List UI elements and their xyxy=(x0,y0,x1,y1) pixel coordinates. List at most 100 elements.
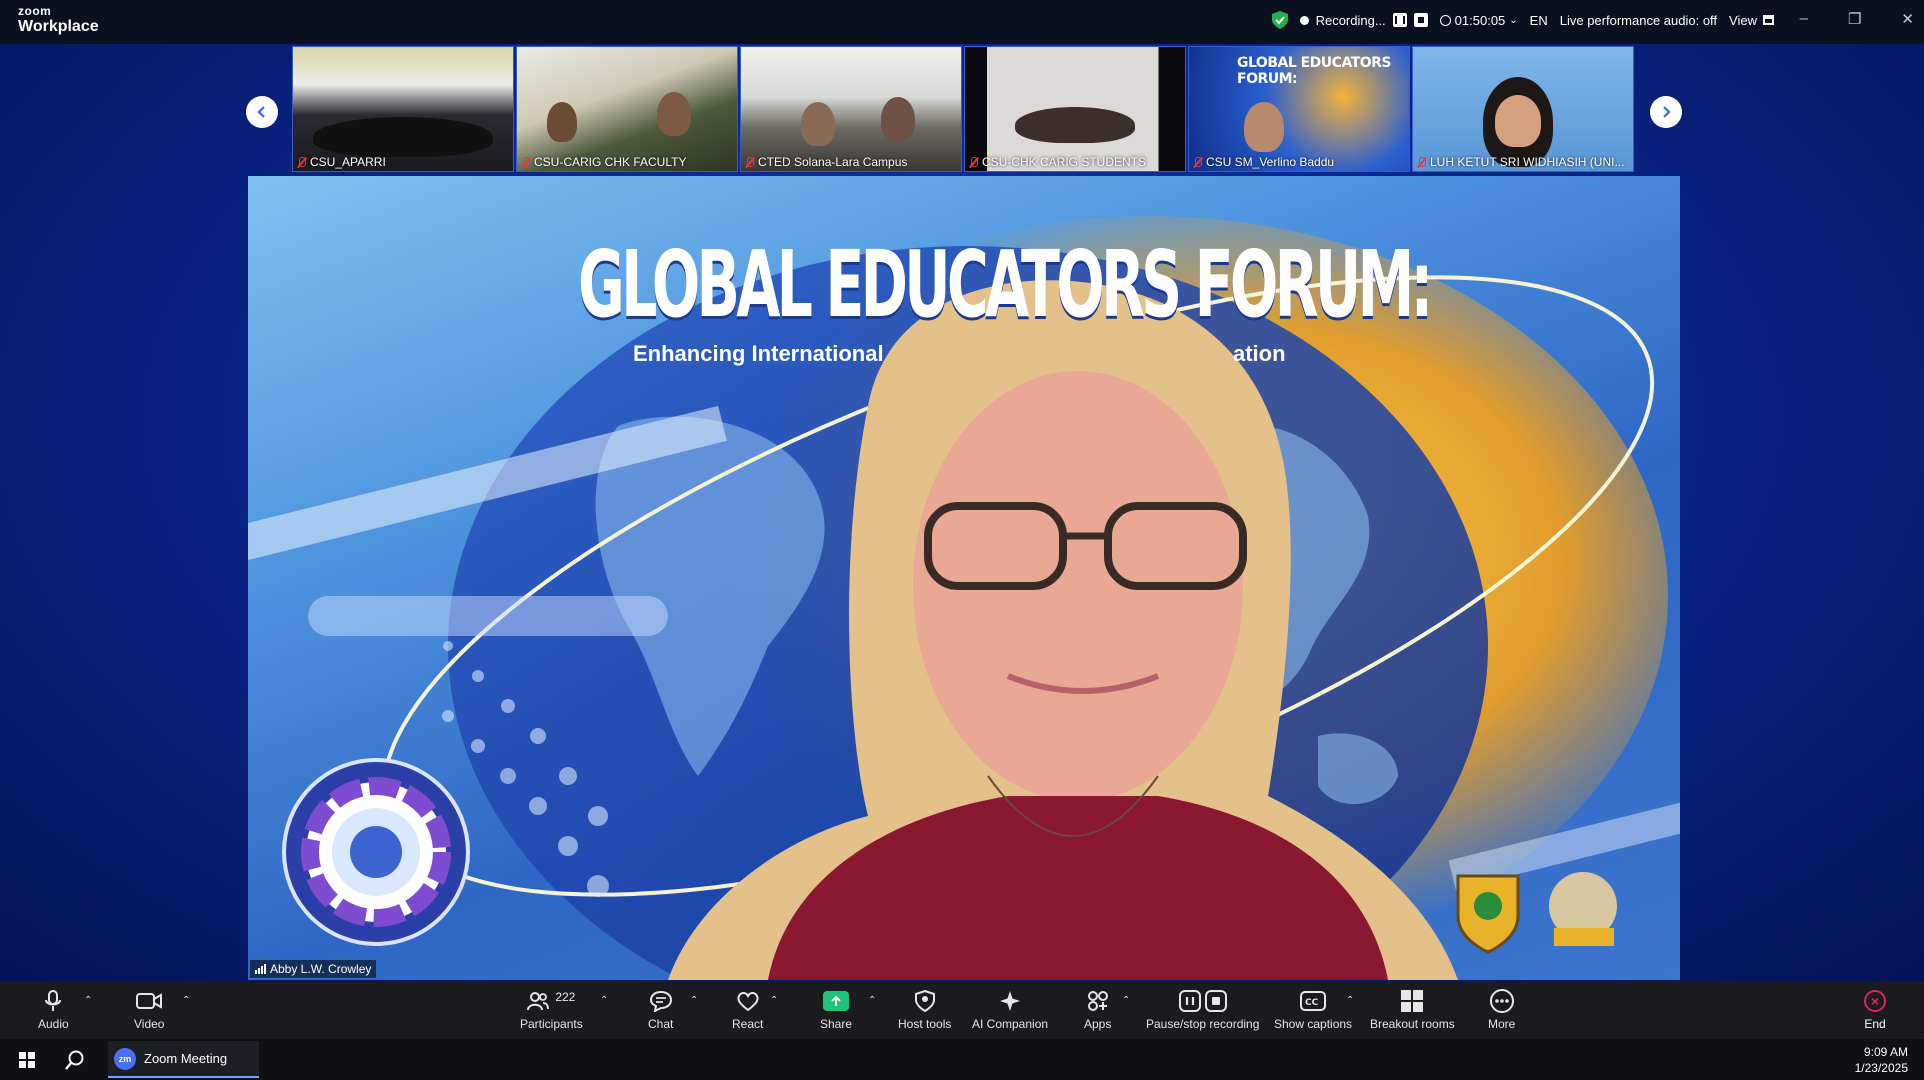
breakout-rooms-button[interactable]: Breakout rooms xyxy=(1370,981,1455,1039)
thumbnail-strip: CSU_APARRI CSU-CARIG CHK FACULTY CTED So… xyxy=(292,46,1634,172)
timer-value: 01:50:05 xyxy=(1454,12,1506,28)
taskbar-zoom-meeting[interactable]: zm Zoom Meeting xyxy=(108,1041,259,1078)
taskbar-app-label: Zoom Meeting xyxy=(144,1051,228,1066)
breakout-rooms-label: Breakout rooms xyxy=(1370,1017,1455,1031)
participant-name: CTED Solana-Lara Campus xyxy=(758,155,908,169)
host-shield-icon xyxy=(914,990,935,1012)
participant-tile[interactable]: CSU-CARIG CHK FACULTY xyxy=(516,46,738,172)
university-logos xyxy=(1456,872,1617,954)
participant-label: CSU_APARRI xyxy=(297,155,386,169)
share-options-caret-icon[interactable]: ⌃ xyxy=(868,995,876,1006)
windows-taskbar: zm Zoom Meeting 9:09 AM 1/23/2025 xyxy=(0,1039,1924,1080)
system-clock[interactable]: 9:09 AM 1/23/2025 xyxy=(1855,1044,1908,1076)
participants-icon xyxy=(527,992,550,1011)
minimize-icon[interactable]: – xyxy=(1800,10,1808,28)
participant-count: 222 xyxy=(555,990,576,1004)
speaker-name: Abby L.W. Crowley xyxy=(270,962,372,976)
audio-options-caret-icon[interactable]: ⌃ xyxy=(84,995,92,1006)
participant-tile[interactable]: LUH KETUT SRI WIDHIASIH (UNI... xyxy=(1412,46,1634,172)
participant-name: CSU-CARIG CHK FACULTY xyxy=(534,155,687,169)
search-icon[interactable] xyxy=(64,1049,86,1071)
meeting-timer[interactable]: 01:50:05 ⌄ xyxy=(1439,12,1518,28)
recording-dot-icon xyxy=(1299,15,1309,25)
chat-options-caret-icon[interactable]: ⌃ xyxy=(690,995,698,1006)
mic-muted-icon xyxy=(969,156,978,168)
svg-text:CC: CC xyxy=(1305,998,1319,1008)
participant-name: CSU SM_Verlino Baddu xyxy=(1206,155,1335,169)
previous-page-button[interactable] xyxy=(246,96,278,128)
closed-captions-icon: CC xyxy=(1300,991,1327,1011)
forum-subtitle-fragment: ation xyxy=(1233,341,1286,366)
windows-start-icon[interactable] xyxy=(19,1052,35,1068)
participant-label: LUH KETUT SRI WIDHIASIH (UNI... xyxy=(1417,155,1624,169)
participant-tile[interactable]: CSU-CHK CARIG STUDENTS xyxy=(964,46,1186,172)
participant-tile[interactable]: CTED Solana-Lara Campus xyxy=(740,46,962,172)
pause-icon xyxy=(1178,990,1201,1012)
language-indicator[interactable]: EN xyxy=(1530,13,1548,28)
audio-status[interactable]: Live performance audio: off xyxy=(1560,13,1717,28)
apps-button[interactable]: Apps xyxy=(1084,981,1111,1039)
chat-button[interactable]: Chat xyxy=(648,981,673,1039)
video-options-caret-icon[interactable]: ⌃ xyxy=(182,995,190,1006)
participants-label: Participants xyxy=(520,1017,583,1031)
clock-icon xyxy=(1439,14,1451,26)
recording-label: Recording... xyxy=(1315,12,1386,28)
forum-title-text: GLOBAL EDUCATORS FORUM: xyxy=(578,231,1433,338)
apps-options-caret-icon[interactable]: ⌃ xyxy=(1122,995,1130,1006)
zoom-workplace-logo: zoom Workplace xyxy=(18,5,99,35)
captions-options-caret-icon[interactable]: ⌃ xyxy=(1346,995,1354,1006)
host-tools-label: Host tools xyxy=(898,1017,952,1031)
participant-name: CSU_APARRI xyxy=(310,155,386,169)
more-button[interactable]: More xyxy=(1488,981,1515,1039)
forum-subtitle-text: Enhancing International xyxy=(633,341,884,366)
restore-icon[interactable]: ❐ xyxy=(1848,10,1861,28)
meeting-status-bar: Recording... 01:50:05 ⌄ EN Live performa… xyxy=(1271,8,1774,32)
react-options-caret-icon[interactable]: ⌃ xyxy=(770,995,778,1006)
share-label: Share xyxy=(820,1017,853,1031)
stop-icon xyxy=(1204,990,1227,1012)
ai-sparkle-icon xyxy=(1000,991,1021,1011)
heart-icon xyxy=(737,992,759,1012)
participants-button[interactable]: 222 Participants xyxy=(520,981,583,1039)
brand-zoom: zoom xyxy=(18,4,52,18)
microphone-icon xyxy=(45,990,62,1011)
mic-muted-icon xyxy=(745,156,754,168)
clock-time: 9:09 AM xyxy=(1863,1045,1908,1059)
participant-name: CSU-CHK CARIG STUDENTS xyxy=(982,155,1147,169)
apps-icon xyxy=(1087,991,1108,1011)
next-page-button[interactable] xyxy=(1650,96,1682,128)
react-label: React xyxy=(732,1017,764,1031)
breakout-rooms-icon xyxy=(1401,990,1424,1012)
participant-label: CSU-CARIG CHK FACULTY xyxy=(521,155,686,169)
mic-muted-icon xyxy=(1193,156,1202,168)
participant-label: CSU-CHK CARIG STUDENTS xyxy=(969,155,1146,169)
signal-strength-icon xyxy=(255,964,266,974)
host-tools-button[interactable]: Host tools xyxy=(898,981,951,1039)
title-bar: zoom Workplace Recording... 01:50:05 ⌄ E… xyxy=(0,0,1924,44)
video-label: Video xyxy=(134,1017,165,1031)
forum-mini-title: GLOBAL EDUCATORS FORUM: xyxy=(1237,55,1392,87)
ai-companion-button[interactable]: AI Companion xyxy=(972,981,1048,1039)
stop-recording-icon[interactable] xyxy=(1413,13,1428,27)
end-close-icon: × xyxy=(1864,990,1886,1012)
show-captions-label: Show captions xyxy=(1274,1017,1353,1031)
close-icon[interactable]: ✕ xyxy=(1901,10,1914,28)
active-speaker-video[interactable]: GLOBAL EDUCATORS FORUM: Enhancing Intern… xyxy=(248,176,1680,980)
end-meeting-button[interactable]: × End xyxy=(1864,981,1886,1039)
participant-tile[interactable]: CSU_APARRI xyxy=(292,46,514,172)
chevron-right-icon xyxy=(1663,106,1671,118)
participant-tile[interactable]: GLOBAL EDUCATORS FORUM: CSU SM_Verlino B… xyxy=(1188,46,1410,172)
pause-recording-icon[interactable] xyxy=(1392,13,1407,27)
react-button[interactable]: React xyxy=(732,981,763,1039)
view-button[interactable]: View xyxy=(1729,13,1774,28)
video-button[interactable]: Video xyxy=(134,981,164,1039)
more-ellipsis-icon xyxy=(1489,989,1514,1013)
forum-seal-logo xyxy=(282,758,470,946)
video-camera-icon xyxy=(136,993,163,1009)
audio-button[interactable]: Audio xyxy=(38,981,69,1039)
pause-stop-recording-button[interactable]: Pause/stop recording xyxy=(1146,981,1259,1039)
participants-options-caret-icon[interactable]: ⌃ xyxy=(600,995,608,1006)
encryption-shield-icon[interactable] xyxy=(1271,11,1288,29)
share-button[interactable]: Share xyxy=(820,981,852,1039)
show-captions-button[interactable]: CC Show captions xyxy=(1274,981,1352,1039)
